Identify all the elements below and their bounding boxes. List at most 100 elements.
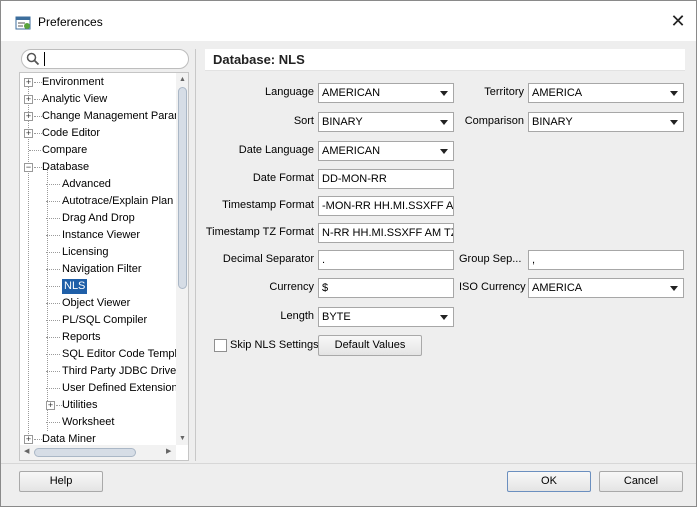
chevron-down-icon: [670, 120, 678, 125]
timestamp-tz-format-label: Timestamp TZ Format: [205, 226, 314, 238]
date-language-select[interactable]: AMERICAN: [318, 141, 454, 161]
tree-horizontal-scrollbar[interactable]: ◀ ▶: [20, 445, 176, 460]
tree-item-label: Utilities: [62, 399, 98, 411]
tree-connector: [46, 337, 60, 338]
tree-item-label: Code Editor: [42, 127, 101, 139]
expand-icon[interactable]: +: [24, 129, 33, 138]
preferences-tree: + Data Miner Worksheet + Utilities User Defin…: [19, 72, 189, 461]
close-icon[interactable]: ✕: [669, 12, 687, 31]
collapse-icon[interactable]: −: [24, 163, 33, 172]
panel-title: Database: NLS: [213, 52, 305, 67]
expand-icon[interactable]: +: [24, 112, 33, 121]
tree-connector: [46, 235, 60, 236]
sort-select[interactable]: BINARY: [318, 112, 454, 132]
tree-item-label: Navigation Filter: [62, 263, 142, 275]
group-separator-field[interactable]: ,: [528, 250, 684, 270]
timestamp-tz-format-field[interactable]: N-RR HH.MI.SSXFF AM TZR: [318, 223, 454, 243]
language-label: Language: [265, 86, 314, 98]
comparison-select[interactable]: BINARY: [528, 112, 684, 132]
tree-item-analytic-view[interactable]: + Analytic View: [20, 91, 178, 108]
currency-field[interactable]: $: [318, 278, 454, 298]
expand-icon[interactable]: +: [24, 435, 33, 444]
tree-item-sql-editor-code-templa[interactable]: SQL Editor Code Templa: [20, 346, 178, 363]
tree-item-reports[interactable]: Reports: [20, 329, 178, 346]
tree-vertical-scrollbar[interactable]: ▲ ▼: [176, 73, 188, 445]
tree-item-pl-sql-compiler[interactable]: PL/SQL Compiler: [20, 312, 178, 329]
tree-connector: [46, 184, 60, 185]
tree-item-object-viewer[interactable]: Object Viewer: [20, 295, 178, 312]
preferences-dialog: Preferences ✕ + Data Miner Worksheet + Utili…: [0, 0, 697, 507]
territory-value: AMERICA: [532, 87, 583, 99]
chevron-down-icon: [440, 91, 448, 96]
chevron-down-icon: [440, 120, 448, 125]
scroll-left-icon[interactable]: ◀: [24, 448, 29, 456]
territory-select[interactable]: AMERICA: [528, 83, 684, 103]
tree-connector: [46, 286, 60, 287]
iso-currency-value: AMERICA: [532, 282, 583, 294]
tree-item-change-management-paran[interactable]: + Change Management Paran: [20, 108, 178, 125]
tree-item-code-editor[interactable]: + Code Editor: [20, 125, 178, 142]
skip-nls-checkbox[interactable]: [214, 339, 227, 352]
tree-item-navigation-filter[interactable]: Navigation Filter: [20, 261, 178, 278]
tree-item-worksheet[interactable]: Worksheet: [20, 414, 178, 431]
splitter[interactable]: [195, 49, 197, 461]
tree-item-instance-viewer[interactable]: Instance Viewer: [20, 227, 178, 244]
tree-item-licensing[interactable]: Licensing: [20, 244, 178, 261]
tree-item-label: Worksheet: [62, 416, 115, 428]
tree-connector: [46, 218, 60, 219]
date-format-field[interactable]: DD-MON-RR: [318, 169, 454, 189]
tree-connector: [34, 116, 42, 117]
tree-connector: [34, 99, 42, 100]
tree-item-environment[interactable]: + Environment: [20, 74, 178, 91]
tree-item-database[interactable]: − Database: [20, 159, 178, 176]
timestamp-format-field[interactable]: -MON-RR HH.MI.SSXFF AM: [318, 196, 454, 216]
horizontal-scroll-thumb[interactable]: [34, 448, 136, 457]
tree-item-drag-and-drop[interactable]: Drag And Drop: [20, 210, 178, 227]
tree-item-advanced[interactable]: Advanced: [20, 176, 178, 193]
tree-connector: [34, 167, 42, 168]
search-input[interactable]: [44, 52, 184, 66]
tree-item-compare[interactable]: Compare: [20, 142, 178, 159]
tree-item-label: Database: [42, 161, 90, 173]
skip-nls-label: Skip NLS Settings: [230, 339, 319, 351]
chevron-down-icon: [440, 149, 448, 154]
tree-item-user-defined-extension[interactable]: User Defined Extension: [20, 380, 178, 397]
tree-item-label: Object Viewer: [62, 297, 131, 309]
sort-value: BINARY: [322, 116, 363, 128]
tree-connector: [46, 269, 60, 270]
help-button[interactable]: Help: [19, 471, 103, 492]
tree-item-nls[interactable]: NLS: [20, 278, 178, 295]
footer-divider: [1, 463, 696, 464]
tree-item-third-party-jdbc-driver[interactable]: Third Party JDBC Driver: [20, 363, 178, 380]
ok-button[interactable]: OK: [507, 471, 591, 492]
length-label: Length: [280, 310, 314, 322]
tree-item-label: Drag And Drop: [62, 212, 135, 224]
comparison-value: BINARY: [532, 116, 573, 128]
decimal-separator-field[interactable]: .: [318, 250, 454, 270]
tree-item-label: Autotrace/Explain Plan: [62, 195, 174, 207]
tree-item-label: PL/SQL Compiler: [62, 314, 148, 326]
tree-connector: [46, 320, 60, 321]
language-value: AMERICAN: [322, 87, 381, 99]
expand-icon[interactable]: +: [46, 401, 55, 410]
tree-item-label: SQL Editor Code Templa: [62, 348, 178, 360]
language-select[interactable]: AMERICAN: [318, 83, 454, 103]
scroll-down-icon[interactable]: ▼: [179, 435, 186, 442]
tree-item-label: Environment: [42, 76, 104, 88]
default-values-button[interactable]: Default Values: [318, 335, 422, 356]
scroll-up-icon[interactable]: ▲: [179, 76, 186, 83]
tree-item-label: Compare: [42, 144, 88, 156]
search-field[interactable]: [21, 49, 189, 69]
tree-item-autotrace-explain-plan[interactable]: Autotrace/Explain Plan: [20, 193, 178, 210]
tree-item-utilities[interactable]: + Utilities: [20, 397, 178, 414]
iso-currency-select[interactable]: AMERICA: [528, 278, 684, 298]
decimal-separator-label: Decimal Separator: [222, 253, 314, 265]
vertical-scroll-thumb[interactable]: [178, 87, 187, 289]
cancel-button[interactable]: Cancel: [599, 471, 683, 492]
scroll-right-icon[interactable]: ▶: [166, 448, 171, 456]
expand-icon[interactable]: +: [24, 78, 33, 87]
expand-icon[interactable]: +: [24, 95, 33, 104]
tree-connector: [46, 388, 60, 389]
date-format-label: Date Format: [252, 172, 314, 184]
length-select[interactable]: BYTE: [318, 307, 454, 327]
